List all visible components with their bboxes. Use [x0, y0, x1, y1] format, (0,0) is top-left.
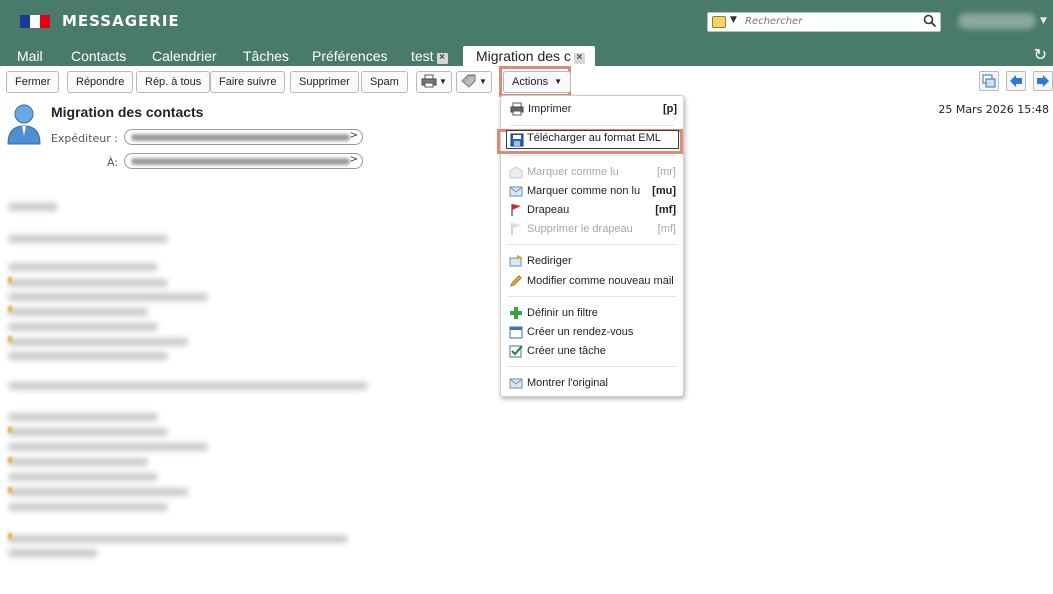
message-date: 25 Mars 2026 15:48 — [938, 103, 1049, 116]
actions-menu-button[interactable]: Actions ▼ — [503, 71, 571, 93]
chevron-down-icon: ▼ — [479, 77, 487, 86]
tab-contacts[interactable]: Contacts — [71, 46, 126, 66]
reply-all-button[interactable]: Rép. à tous — [136, 71, 211, 93]
sender-label: Expéditeur : — [50, 132, 118, 145]
tab-migration[interactable]: Migration des c × — [463, 46, 595, 66]
spam-button[interactable]: Spam — [361, 71, 408, 93]
tag-menu-button[interactable]: ▼ — [456, 71, 492, 93]
recipient-label: À: — [106, 156, 118, 169]
app-header: MESSAGERIE ▼ Rechercher ▼ — [0, 0, 1053, 44]
chevron-down-icon[interactable]: ▼ — [730, 15, 737, 25]
refresh-icon[interactable]: ↻ — [1034, 45, 1047, 64]
open-window-icon[interactable] — [979, 71, 999, 91]
message-toolbar: Fermer Répondre Rép. à tous Faire suivre… — [0, 66, 1053, 98]
menu-item-download-eml[interactable]: Télécharger au format EML — [506, 130, 679, 149]
chevron-right-icon: > — [349, 130, 358, 141]
tab-calendrier[interactable]: Calendrier — [152, 46, 217, 66]
floppy-icon — [510, 133, 524, 147]
chevron-right-icon: > — [349, 154, 358, 165]
message-subject: Migration des contacts — [51, 104, 204, 120]
chevron-down-icon: ▼ — [554, 77, 562, 86]
close-icon[interactable]: × — [573, 53, 585, 64]
previous-message-icon[interactable] — [1006, 71, 1026, 91]
tab-taches[interactable]: Tâches — [243, 46, 289, 66]
main-tab-bar: Mail Contacts Calendrier Tâches Préféren… — [0, 44, 1053, 66]
next-message-icon[interactable] — [1033, 71, 1053, 91]
search-scope-icon[interactable] — [712, 16, 726, 28]
reply-button[interactable]: Répondre — [67, 71, 134, 93]
tab-mail[interactable]: Mail — [17, 46, 43, 66]
search-input[interactable]: Rechercher — [745, 16, 802, 27]
forward-button[interactable]: Faire suivre — [210, 71, 286, 93]
delete-button[interactable]: Supprimer — [290, 71, 359, 93]
tag-icon — [461, 74, 476, 88]
search-icon[interactable] — [923, 14, 937, 28]
tab-test[interactable]: test × — [411, 46, 448, 66]
chevron-down-icon[interactable]: ▼ — [1040, 16, 1047, 26]
message-body — [8, 195, 388, 575]
french-flag-logo — [20, 15, 50, 28]
menu-item-print[interactable]: Imprimer [p] — [501, 100, 685, 118]
close-icon[interactable]: × — [436, 53, 448, 64]
chevron-down-icon: ▼ — [439, 77, 447, 86]
sender-avatar-icon — [7, 104, 41, 145]
search-box[interactable]: ▼ Rechercher — [707, 12, 941, 32]
user-account-menu[interactable] — [958, 13, 1036, 29]
sender-address[interactable]: > — [124, 129, 363, 145]
recipient-address[interactable]: > — [124, 153, 363, 169]
printer-icon — [421, 74, 437, 88]
print-menu-button[interactable]: ▼ — [416, 71, 452, 93]
close-button[interactable]: Fermer — [6, 71, 60, 93]
app-title: MESSAGERIE — [62, 12, 180, 30]
printer-icon — [510, 102, 524, 116]
tab-preferences[interactable]: Préférences — [312, 46, 387, 66]
